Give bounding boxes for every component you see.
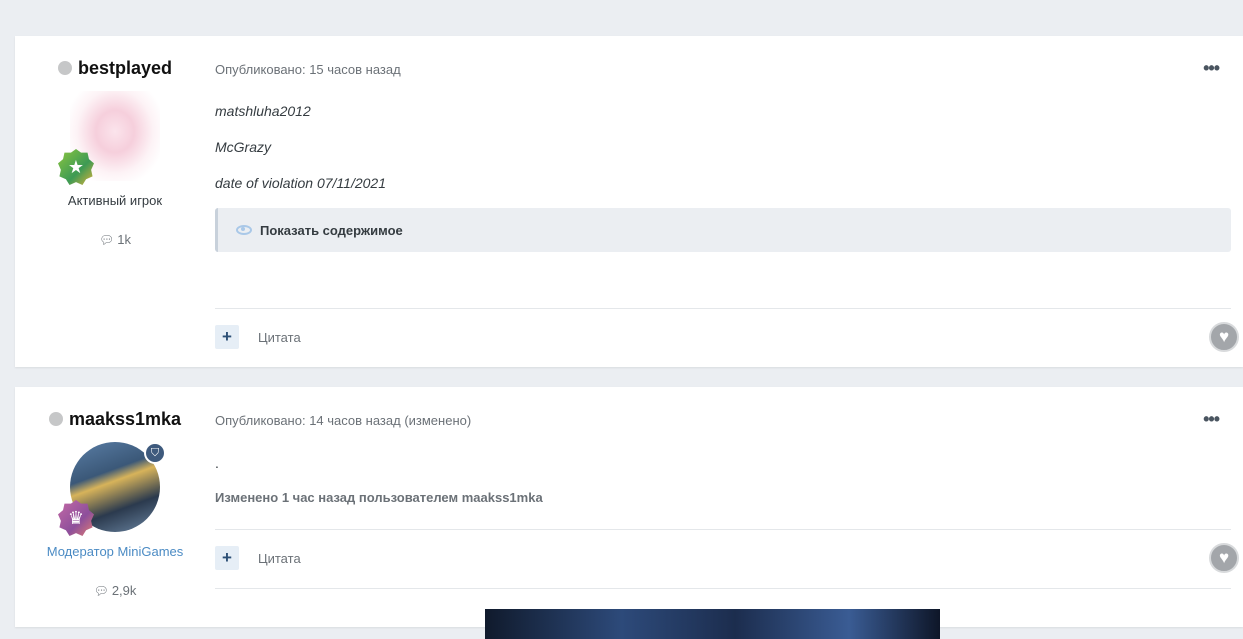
divider [215,588,1231,589]
group-title: Активный игрок [67,193,163,208]
heart-icon: ♥ [1218,548,1230,567]
author-name[interactable]: maakss1mka [15,409,215,430]
post-text-line: . [215,455,219,471]
post-count: 💬︎ 2,9k [15,583,215,598]
quote-button[interactable]: Цитата [258,330,301,345]
ellipsis-icon[interactable]: ••• [1203,58,1220,79]
heart-icon: ♥ [1218,327,1230,346]
plus-icon: + [222,548,232,567]
group-title: Модератор MiniGames [46,544,184,559]
post-text-line: matshluha2012 [215,103,311,119]
multiquote-button[interactable]: + [215,325,239,349]
offline-dot-icon [57,61,72,75]
post-text-line: McGrazy [215,139,271,155]
edited-notice: Изменено 1 час назад пользователем maaks… [215,490,543,505]
shield-icon: ⛉ [144,442,166,464]
quote-button[interactable]: Цитата [258,551,301,566]
post-count-value: 1k [117,232,131,247]
reaction-button[interactable]: ♥ [1209,322,1239,352]
reaction-button[interactable]: ♥ [1209,543,1239,573]
author-name-text[interactable]: maakss1mka [69,409,181,429]
speech-bubble-icon: 💬︎ [93,584,109,598]
post-text-line: date of violation 07/11/2021 [215,175,386,191]
avatar[interactable]: ⛉ ♛ [58,442,166,536]
signature-image [485,609,940,639]
multiquote-button[interactable]: + [215,546,239,570]
post-card: maakss1mka ⛉ ♛ Модератор MiniGames 💬︎ 2,9… [15,387,1243,639]
eye-icon [236,225,252,235]
divider [215,308,1231,309]
author-name[interactable]: bestplayed [15,58,215,79]
author-name-text[interactable]: bestplayed [78,58,172,78]
ellipsis-icon[interactable]: ••• [1203,409,1220,430]
post-actions: + Цитата ♥ [215,322,1239,352]
divider [215,529,1231,530]
post-meta: Опубликовано: 15 часов назад [215,62,401,77]
offline-dot-icon [48,412,63,426]
post-count: 💬︎ 1k [15,232,215,247]
post-card: bestplayed ★ Активный игрок 💬︎ 1k Опублик… [15,36,1243,367]
spoiler-label[interactable]: Показать содержимое [260,223,403,238]
spoiler-toggle[interactable]: Показать содержимое [215,208,1231,252]
speech-bubble-icon: 💬︎ [99,233,115,247]
avatar[interactable]: ★ [58,91,160,185]
post-meta: Опубликовано: 14 часов назад (изменено) [215,413,472,428]
plus-icon: + [222,327,232,346]
post-actions: + Цитата ♥ [215,543,1239,573]
post-count-value: 2,9k [111,583,137,598]
